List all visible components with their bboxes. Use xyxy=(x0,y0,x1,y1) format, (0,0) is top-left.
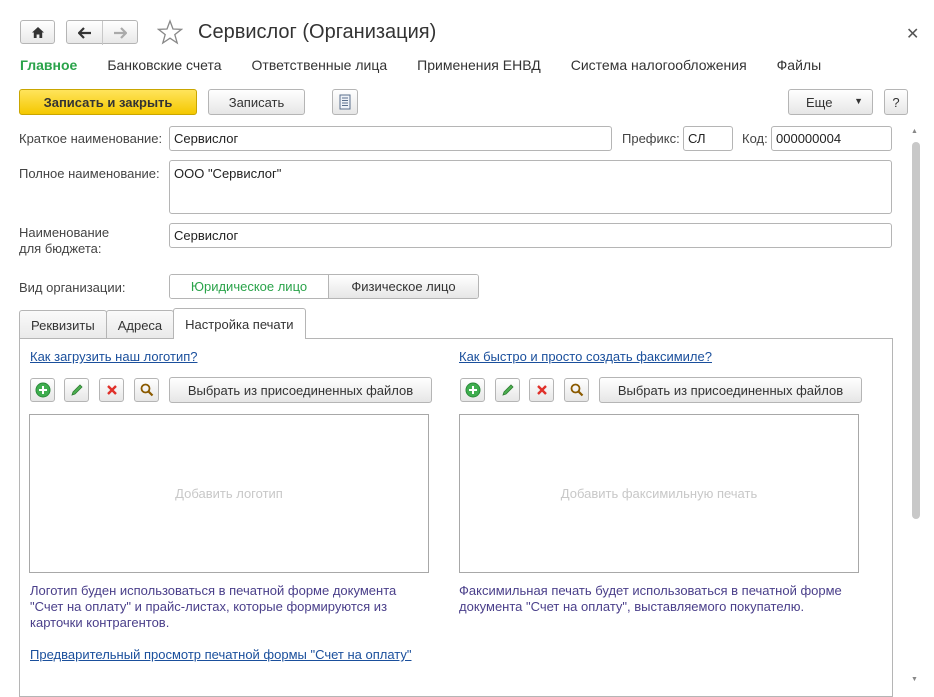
org-type-legal-entity[interactable]: Юридическое лицо xyxy=(170,275,328,298)
short-name-field[interactable]: Сервислог xyxy=(169,126,612,151)
tab-print-settings[interactable]: Настройка печати xyxy=(173,308,306,339)
facsimile-view-button[interactable] xyxy=(564,378,589,402)
pencil-icon xyxy=(70,384,83,396)
section-files[interactable]: Файлы xyxy=(777,57,821,73)
org-type-label: Вид организации: xyxy=(19,280,126,295)
save-button[interactable]: Записать xyxy=(208,89,305,115)
star-icon xyxy=(156,19,184,45)
more-button-label: Еще xyxy=(806,94,833,110)
facsimile-note-line1: Факсимильная печать будет использоваться… xyxy=(459,583,842,598)
section-bank-accounts[interactable]: Банковские счета xyxy=(107,57,221,73)
logo-edit-button[interactable] xyxy=(64,378,89,402)
logo-delete-button[interactable] xyxy=(99,378,124,402)
dropdown-arrow-icon: ▼ xyxy=(854,96,863,106)
home-icon xyxy=(31,26,44,38)
scroll-up-arrow[interactable]: ▲ xyxy=(911,128,918,135)
magnifier-icon xyxy=(570,383,583,397)
prefix-field[interactable]: СЛ xyxy=(683,126,733,151)
org-type-selector: Юридическое лицо Физическое лицо xyxy=(169,274,479,299)
logo-add-button[interactable] xyxy=(30,378,55,402)
code-label: Код: xyxy=(742,131,768,146)
delete-x-icon xyxy=(106,385,117,395)
arrow-right-icon xyxy=(114,27,127,39)
forward-button[interactable] xyxy=(102,21,137,45)
section-main[interactable]: Главное xyxy=(20,57,77,73)
history-nav xyxy=(66,20,138,45)
scroll-down-arrow[interactable]: ▼ xyxy=(911,676,918,683)
close-icon[interactable]: ✕ xyxy=(906,24,919,44)
facsimile-choose-file-button[interactable]: Выбрать из присоединенных файлов xyxy=(599,377,862,403)
facsimile-help-link[interactable]: Как быстро и просто создать факсимиле? xyxy=(459,349,712,364)
short-name-label: Краткое наименование: xyxy=(19,131,163,146)
org-type-individual[interactable]: Физическое лицо xyxy=(327,275,478,298)
document-list-button[interactable] xyxy=(332,89,358,115)
back-button[interactable] xyxy=(67,21,102,45)
preview-print-form-link[interactable]: Предварительный просмотр печатной формы … xyxy=(30,647,412,662)
logo-note-line3: карточки контрагентов. xyxy=(30,615,170,630)
tab-strip: Реквизиты Адреса Настройка печати xyxy=(19,308,306,339)
facsimile-note-line2: документа "Счет на оплату", выставляемог… xyxy=(459,599,805,614)
section-responsible-persons[interactable]: Ответственные лица xyxy=(252,57,388,73)
facsimile-add-button[interactable] xyxy=(460,378,485,402)
more-button[interactable]: Еще ▼ xyxy=(788,89,873,115)
document-icon xyxy=(339,94,351,110)
full-name-label: Полное наименование: xyxy=(19,166,160,181)
add-circle-icon xyxy=(35,382,50,398)
budget-name-label-line2: для бюджета: xyxy=(19,241,102,256)
budget-name-field[interactable]: Сервислог xyxy=(169,223,892,248)
logo-choose-file-button[interactable]: Выбрать из присоединенных файлов xyxy=(169,377,432,403)
magnifier-icon xyxy=(140,383,153,397)
pencil-icon xyxy=(501,384,514,396)
logo-view-button[interactable] xyxy=(134,378,159,402)
section-envd[interactable]: Применения ЕНВД xyxy=(417,57,541,73)
logo-picture-area[interactable]: Добавить логотип xyxy=(29,414,429,573)
tab-requisites[interactable]: Реквизиты xyxy=(19,310,107,339)
section-nav: Главное Банковские счета Ответственные л… xyxy=(20,57,851,73)
facsimile-edit-button[interactable] xyxy=(495,378,520,402)
logo-help-link[interactable]: Как загрузить наш логотип? xyxy=(30,349,197,364)
delete-x-icon xyxy=(536,385,547,395)
logo-note-line1: Логотип буден использоваться в печатной … xyxy=(30,583,397,598)
budget-name-label-line1: Наименование xyxy=(19,225,110,240)
vertical-scrollbar-thumb[interactable] xyxy=(912,142,920,519)
facsimile-delete-button[interactable] xyxy=(529,378,554,402)
home-button[interactable] xyxy=(20,20,55,44)
facsimile-picture-area[interactable]: Добавить факсимильную печать xyxy=(459,414,859,573)
help-button[interactable]: ? xyxy=(884,89,908,115)
save-and-close-button[interactable]: Записать и закрыть xyxy=(19,89,197,115)
full-name-field[interactable]: ООО "Сервислог" xyxy=(169,160,892,214)
section-tax-system[interactable]: Система налогообложения xyxy=(571,57,747,73)
tab-addresses[interactable]: Адреса xyxy=(105,310,175,339)
add-circle-icon xyxy=(465,382,480,398)
window-title: Сервислог (Организация) xyxy=(198,21,437,43)
prefix-label: Префикс: xyxy=(622,131,680,146)
arrow-left-icon xyxy=(77,27,91,39)
favorite-star-button[interactable] xyxy=(156,19,184,45)
logo-note-line2: "Счет на оплату" и прайс-листах, которые… xyxy=(30,599,388,614)
code-field[interactable]: 000000004 xyxy=(771,126,892,151)
